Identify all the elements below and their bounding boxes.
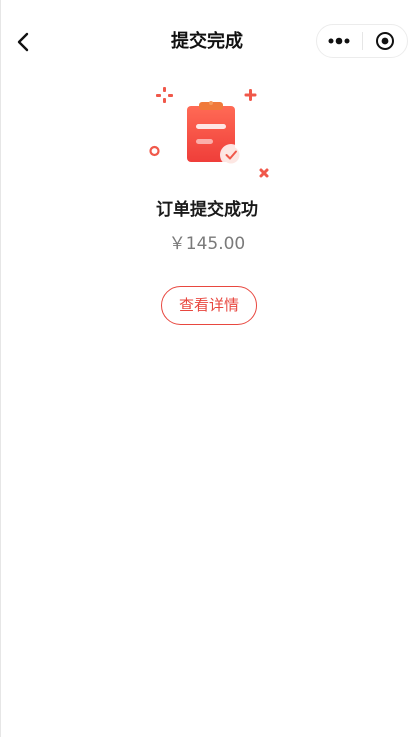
page: 提交完成 订单提交成功 ￥145.00 查看详情 — [0, 0, 412, 737]
more-dots-icon — [328, 37, 350, 45]
close-button[interactable] — [362, 25, 407, 57]
view-details-button[interactable]: 查看详情 — [161, 286, 257, 325]
mini-program-capsule — [316, 24, 408, 58]
result-title: 订单提交成功 — [156, 200, 258, 220]
more-button[interactable] — [317, 25, 362, 57]
order-amount: ￥145.00 — [168, 234, 246, 254]
clipboard-check-icon — [147, 84, 273, 184]
navigation-bar: 提交完成 — [1, 0, 412, 82]
target-circle-icon — [375, 32, 394, 50]
